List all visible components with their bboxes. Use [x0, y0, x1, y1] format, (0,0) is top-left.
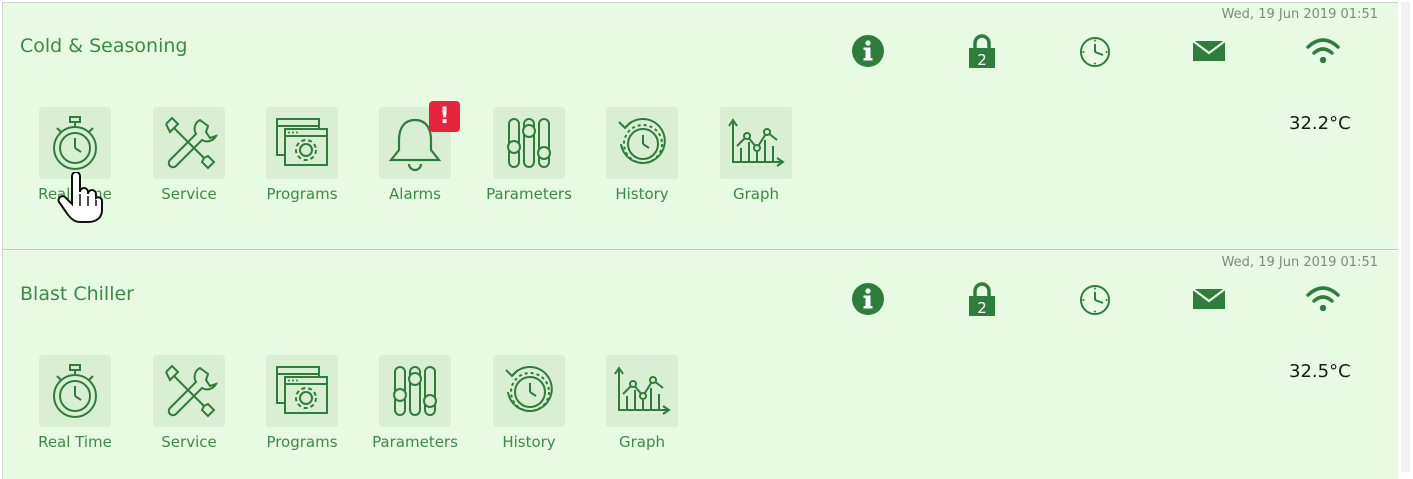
info-icon[interactable]: [850, 33, 886, 69]
tile-service[interactable]: Service: [133, 355, 243, 455]
device-timestamp: Wed, 19 Jun 2019 01:51: [1221, 7, 1378, 22]
wifi-icon[interactable]: [1305, 33, 1341, 69]
tile-service[interactable]: Service: [133, 107, 243, 207]
stopwatch-icon: [39, 107, 111, 179]
tools-icon: [153, 355, 225, 427]
device-title: Blast Chiller: [20, 283, 134, 305]
device-title: Cold & Seasoning: [20, 35, 188, 57]
tile-graph[interactable]: Graph: [700, 107, 810, 207]
lock-level: 2: [977, 299, 987, 317]
tile-programs[interactable]: Programs: [246, 355, 356, 455]
programs-icon: [266, 355, 338, 427]
tile-history[interactable]: History: [586, 107, 696, 207]
mail-icon[interactable]: [1191, 281, 1227, 317]
wifi-icon[interactable]: [1305, 281, 1341, 317]
temperature-reading: 32.5°C: [1289, 361, 1351, 382]
graph-icon: [720, 107, 792, 179]
tile-label: Real Time: [38, 433, 112, 451]
clock-icon[interactable]: [1077, 33, 1113, 69]
stopwatch-icon: [39, 355, 111, 427]
tile-programs[interactable]: Programs: [246, 107, 356, 207]
lock-icon[interactable]: 2: [964, 33, 1000, 69]
hand-pointer-cursor-icon: [56, 171, 104, 224]
sliders-icon: [493, 107, 565, 179]
device-panel-blast-chiller: Blast Chiller Wed, 19 Jun 2019 01:51 2 3…: [3, 251, 1398, 479]
tile-alarms[interactable]: ! Alarms: [359, 101, 469, 207]
tile-label: Parameters: [372, 433, 458, 451]
lock-icon[interactable]: 2: [964, 281, 1000, 317]
tile-real-time[interactable]: Real Time: [19, 355, 129, 455]
sliders-icon: [379, 355, 451, 427]
tools-icon: [153, 107, 225, 179]
temperature-reading: 32.2°C: [1289, 113, 1351, 134]
device-panel-cold-seasoning: Cold & Seasoning Wed, 19 Jun 2019 01:51 …: [3, 3, 1398, 250]
tile-label: Graph: [618, 433, 665, 451]
device-timestamp: Wed, 19 Jun 2019 01:51: [1221, 255, 1378, 270]
history-icon: [606, 107, 678, 179]
tile-parameters[interactable]: Parameters: [359, 355, 469, 455]
scrollbar-thumb[interactable]: [1401, 2, 1410, 472]
lock-level: 2: [977, 51, 987, 69]
info-icon[interactable]: [850, 281, 886, 317]
alarm-badge: !: [429, 101, 460, 132]
clock-icon[interactable]: [1077, 281, 1113, 317]
tile-label: Graph: [732, 185, 779, 203]
tile-history[interactable]: History: [473, 355, 583, 455]
tile-label: History: [615, 185, 669, 203]
history-icon: [493, 355, 565, 427]
programs-icon: [266, 107, 338, 179]
tile-graph[interactable]: Graph: [586, 355, 696, 455]
mail-icon[interactable]: [1191, 33, 1227, 69]
graph-icon: [606, 355, 678, 427]
tile-label: Alarms: [389, 185, 441, 203]
tile-parameters[interactable]: Parameters: [473, 107, 583, 207]
